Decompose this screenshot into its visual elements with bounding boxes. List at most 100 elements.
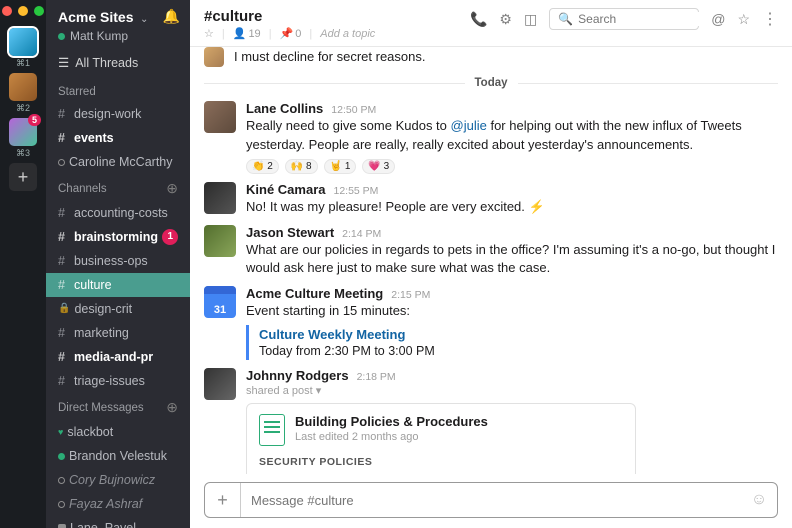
current-user[interactable]: Matt Kump [46, 29, 190, 51]
sidebar-item-marketing[interactable]: #marketing [46, 321, 190, 345]
star-button[interactable]: ☆ [204, 27, 214, 40]
message: Jason Stewart2:14 PMWhat are our policie… [204, 219, 778, 281]
reaction[interactable]: 🤘 1 [324, 159, 357, 174]
message-author[interactable]: Johnny Rodgers [246, 368, 349, 383]
workspace-1-shortcut: ⌘1 [16, 58, 30, 69]
presence-indicator [58, 477, 65, 484]
sidebar-item-label: Fayaz Ashraf [69, 494, 142, 514]
channel-sidebar: Acme Sites ⌄ 🔔 Matt Kump ☰ All Threads S… [46, 0, 190, 528]
avatar[interactable] [204, 225, 236, 257]
sidebar-item-slackbot[interactable]: ♥slackbot [46, 420, 190, 444]
sidebar-item-events[interactable]: #events [46, 126, 190, 150]
avatar[interactable] [204, 368, 236, 400]
message-list[interactable]: I must decline for secret reasons. Today… [190, 47, 792, 474]
sidebar-item-label: media-and-pr [74, 347, 153, 367]
minimize-window[interactable] [18, 6, 28, 16]
pin-count[interactable]: 📌0 [280, 27, 302, 40]
calendar-attachment[interactable]: Culture Weekly MeetingToday from 2:30 PM… [246, 325, 778, 360]
presence-indicator [58, 159, 65, 166]
add-channel-button[interactable]: ⊕ [166, 180, 178, 197]
section-channels: Channels ⊕ [46, 174, 190, 201]
sidebar-item-design-crit[interactable]: 🔒design-crit [46, 297, 190, 321]
reaction[interactable]: 🙌 8 [285, 159, 318, 174]
workspace-2[interactable] [9, 73, 37, 101]
sidebar-item-media-and-pr[interactable]: #media-and-pr [46, 345, 190, 369]
document-title: Building Policies & Procedures [295, 414, 488, 429]
avatar[interactable] [204, 47, 224, 67]
sidebar-item-triage-issues[interactable]: #triage-issues [46, 369, 190, 393]
sidebar-item-label: business-ops [74, 251, 148, 271]
details-icon[interactable]: ◫ [524, 11, 537, 28]
search-input[interactable] [578, 12, 733, 26]
search-box[interactable]: 🔍 [549, 8, 699, 30]
mention[interactable]: @julie [451, 118, 487, 133]
star-list-icon[interactable]: ☆ [737, 11, 750, 28]
composer-input[interactable] [241, 483, 741, 517]
sidebar-item-business-ops[interactable]: #business-ops [46, 249, 190, 273]
message-author[interactable]: Kiné Camara [246, 182, 325, 197]
sidebar-item-lane-pavel[interactable]: Lane, Pavel [46, 516, 190, 528]
message: Kiné Camara 12:55 PMNo! It was my pleasur… [204, 176, 778, 219]
reaction[interactable]: 💗 3 [362, 159, 395, 174]
team-header[interactable]: Acme Sites ⌄ 🔔 [46, 0, 190, 29]
avatar[interactable] [204, 101, 236, 133]
message-time: 2:18 PM [357, 371, 396, 383]
sidebar-item-design-work[interactable]: #design-work [46, 102, 190, 126]
message-text: Really need to give some Kudos to @julie… [246, 117, 778, 155]
sidebar-item-brandon-velestuk[interactable]: Brandon Velestuk [46, 444, 190, 468]
sidebar-item-brainstorming[interactable]: #brainstorming1 [46, 225, 190, 249]
sidebar-item-cory-bujnowicz[interactable]: Cory Bujnowicz [46, 468, 190, 492]
channel-topic[interactable]: Add a topic [320, 28, 375, 40]
presence-indicator [58, 501, 65, 508]
sidebar-item-label: slackbot [67, 422, 113, 442]
emoji-button[interactable]: ☺ [741, 491, 777, 509]
reaction[interactable]: 👏 2 [246, 159, 279, 174]
maximize-window[interactable] [34, 6, 44, 16]
sidebar-item-label: Lane, Pavel [70, 518, 136, 528]
sidebar-item-culture[interactable]: #culture [46, 273, 190, 297]
document-bullet: • All guests and visitors must sign in [259, 472, 623, 474]
call-icon[interactable]: 📞 [470, 11, 487, 28]
threads-icon: ☰ [58, 55, 69, 70]
notifications-icon[interactable]: 🔔 [163, 8, 180, 25]
message-author[interactable]: Acme Culture Meeting [246, 286, 383, 301]
avatar[interactable] [204, 182, 236, 214]
add-dm-button[interactable]: ⊕ [166, 399, 178, 416]
event-title: Culture Weekly Meeting [259, 327, 778, 342]
message-text: I must decline for secret reasons. [234, 48, 425, 67]
message-text: Event starting in 15 minutes: [246, 302, 778, 321]
document-card[interactable]: Building Policies & ProceduresLast edite… [246, 403, 636, 474]
all-threads[interactable]: ☰ All Threads [46, 51, 190, 80]
attach-button[interactable]: + [205, 483, 241, 517]
sidebar-item-label: accounting-costs [74, 203, 168, 223]
avatar[interactable]: 31 [204, 286, 236, 318]
sidebar-item-label: triage-issues [74, 371, 145, 391]
message: 31Acme Culture Meeting2:15 PMEvent start… [204, 280, 778, 362]
channel-header: #culture ☆ | 👤19 | 📌0 | Add a topic 📞 ⚙ … [190, 0, 792, 47]
message-time: 12:55 PM [333, 185, 378, 197]
presence-indicator [58, 33, 65, 40]
lock-icon: 🔒 [58, 301, 70, 317]
workspace-3[interactable]: 5 [9, 118, 37, 146]
sidebar-item-label: events [74, 128, 114, 148]
channel-name[interactable]: #culture [204, 8, 458, 25]
member-count[interactable]: 👤19 [233, 27, 261, 40]
sidebar-item-fayaz-ashraf[interactable]: Fayaz Ashraf [46, 492, 190, 516]
reactions: 👏 2 🙌 8 🤘 1 💗 3 [246, 159, 778, 174]
workspace-1[interactable] [9, 28, 37, 56]
hash-icon: # [58, 275, 70, 295]
more-actions-icon[interactable]: ⋮ [762, 9, 778, 29]
message-author[interactable]: Jason Stewart [246, 225, 334, 240]
window-controls [2, 6, 44, 16]
message-author[interactable]: Lane Collins [246, 101, 323, 116]
message-text: No! It was my pleasure! People are very … [246, 198, 778, 217]
add-workspace-button[interactable]: + [9, 163, 37, 191]
message-time: 12:50 PM [331, 104, 376, 116]
mentions-icon[interactable]: @ [711, 11, 725, 27]
close-window[interactable] [2, 6, 12, 16]
hash-icon: # [58, 104, 70, 124]
sidebar-item-caroline-mccarthy[interactable]: Caroline McCarthy [46, 150, 190, 174]
sidebar-item-accounting-costs[interactable]: #accounting-costs [46, 201, 190, 225]
settings-icon[interactable]: ⚙ [499, 11, 512, 28]
message-text: What are our policies in regards to pets… [246, 241, 778, 279]
